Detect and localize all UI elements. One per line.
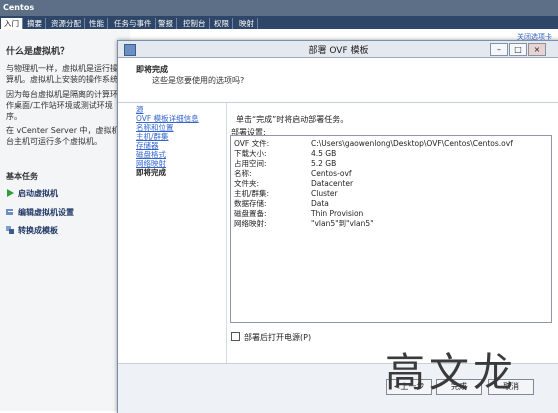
tab-permissions[interactable]: 权限 xyxy=(211,18,233,29)
task-power-on[interactable]: 启动虚拟机 xyxy=(6,188,58,199)
tab-maps[interactable]: 映射 xyxy=(236,18,258,29)
tab-getting-started[interactable]: 入门 xyxy=(1,18,23,29)
setting-key: 占用空间: xyxy=(234,159,267,168)
tab-bar: 入门 摘要 资源分配 性能 任务与事件 警报 控制台 权限 映射 xyxy=(0,16,558,29)
tab-alarms[interactable]: 警报 xyxy=(155,18,177,29)
setting-row: 下载大小: 4.5 GB xyxy=(234,149,336,158)
setting-key: 文件夹: xyxy=(234,179,260,188)
setting-row: 磁盘置备: Thin Provision xyxy=(234,209,363,218)
setting-value: Data xyxy=(311,199,329,208)
setting-key: 数据存储: xyxy=(234,199,267,208)
setting-value: Centos-ovf xyxy=(311,169,352,178)
maximize-button[interactable]: □ xyxy=(509,43,527,56)
intro-paragraph-1: 与物理机一样，虚拟机是运行操 算机。虚拟机上安装的操作系统 xyxy=(6,64,118,84)
task-convert-template[interactable]: 转换成模板 xyxy=(6,225,58,236)
step-name-location[interactable]: 名称和位置 xyxy=(136,123,224,132)
setting-value: C:\Users\gaowenlong\Desktop\OVF\Centos\C… xyxy=(311,139,513,148)
step-disk-format[interactable]: 磁盘格式 xyxy=(136,150,224,159)
step-title: 即将完成 xyxy=(136,65,168,74)
setting-key: 磁盘置备: xyxy=(234,209,267,218)
template-icon xyxy=(6,226,14,234)
setting-key: OVF 文件: xyxy=(234,139,270,148)
play-icon xyxy=(6,189,14,197)
getting-started-panel: 什么是虚拟机？ 与物理机一样，虚拟机是运行操 算机。虚拟机上安装的操作系统 因为… xyxy=(0,30,130,411)
step-network-mapping[interactable]: 网络映射 xyxy=(136,159,224,168)
wizard-steps: 源 OVF 模板详细信息 名称和位置 主机/群集 存储器 磁盘格式 网络映射 即… xyxy=(136,105,224,177)
setting-row: 名称: Centos-ovf xyxy=(234,169,352,178)
minimize-button[interactable]: – xyxy=(490,43,508,56)
intro-paragraph-3: 在 vCenter Server 中，虚拟机 台主机可运行多个虚拟机。 xyxy=(6,126,120,146)
setting-key: 网络映射: xyxy=(234,219,267,228)
setting-row: 文件夹: Datacenter xyxy=(234,179,353,188)
task-power-on-label: 启动虚拟机 xyxy=(18,189,58,198)
intro-paragraph-2: 因为每台虚拟机是隔离的计算环 作桌面/工作站环境或测试环境 序。 xyxy=(6,90,118,121)
tab-console[interactable]: 控制台 xyxy=(180,18,210,29)
setting-value: Thin Provision xyxy=(311,209,364,218)
setting-row: 占用空间: 5.2 GB xyxy=(234,159,336,168)
step-subtitle: 这些是您要使用的选项吗? xyxy=(152,76,245,85)
power-on-label: 部署后打开电源(P) xyxy=(244,333,312,342)
dialog-header: 即将完成 这些是您要使用的选项吗? xyxy=(118,58,558,103)
task-edit-settings[interactable]: 编辑虚拟机设置 xyxy=(6,207,74,218)
step-source[interactable]: 源 xyxy=(136,105,224,114)
setting-value: Cluster xyxy=(311,189,338,198)
setting-value: Datacenter xyxy=(311,179,354,188)
task-edit-settings-label: 编辑虚拟机设置 xyxy=(18,208,74,217)
setting-row: 数据存储: Data xyxy=(234,199,329,208)
setting-row: 主机/群集: Cluster xyxy=(234,189,338,198)
task-convert-template-label: 转换成模板 xyxy=(18,226,58,235)
power-on-checkbox[interactable]: 部署后打开电源(P) xyxy=(231,332,311,343)
close-button[interactable]: × xyxy=(528,43,546,56)
setting-key: 下载大小: xyxy=(234,149,267,158)
setting-value: 5.2 GB xyxy=(311,159,337,168)
step-ready-to-complete: 即将完成 xyxy=(136,168,166,177)
setting-key: 名称: xyxy=(234,169,252,178)
checkbox-box[interactable] xyxy=(231,332,240,341)
client-title: Centos xyxy=(3,3,35,12)
setting-row: OVF 文件: C:\Users\gaowenlong\Desktop\OVF\C… xyxy=(234,139,513,148)
edit-settings-icon xyxy=(6,208,14,216)
nav-divider xyxy=(226,103,227,365)
watermark-text: 高文龙 xyxy=(385,350,517,396)
setting-value: 4.5 GB xyxy=(311,149,337,158)
tab-summary[interactable]: 摘要 xyxy=(24,18,46,29)
step-storage[interactable]: 存储器 xyxy=(136,141,224,150)
setting-value: "vlan5"到"vlan5" xyxy=(311,219,374,228)
tab-resource-allocation[interactable]: 资源分配 xyxy=(48,18,85,29)
step-ovf-details[interactable]: OVF 模板详细信息 xyxy=(136,114,224,123)
basic-tasks-heading: 基本任务 xyxy=(6,172,38,181)
what-is-vm-heading: 什么是虚拟机？ xyxy=(6,47,70,57)
client-title-bar: Centos xyxy=(0,0,558,16)
step-host-cluster[interactable]: 主机/群集 xyxy=(136,132,224,141)
deploy-settings-box: OVF 文件: C:\Users\gaowenlong\Desktop\OVF\C… xyxy=(230,135,552,323)
setting-key: 主机/群集: xyxy=(234,189,270,198)
finish-hint: 单击“完成”时将启动部署任务。 xyxy=(236,115,349,124)
tab-performance[interactable]: 性能 xyxy=(86,18,108,29)
dialog-title-bar: 部署 OVF 模板 – □ × xyxy=(118,41,558,58)
tab-tasks-events[interactable]: 任务与事件 xyxy=(111,18,156,29)
setting-row: 网络映射: "vlan5"到"vlan5" xyxy=(234,219,374,228)
